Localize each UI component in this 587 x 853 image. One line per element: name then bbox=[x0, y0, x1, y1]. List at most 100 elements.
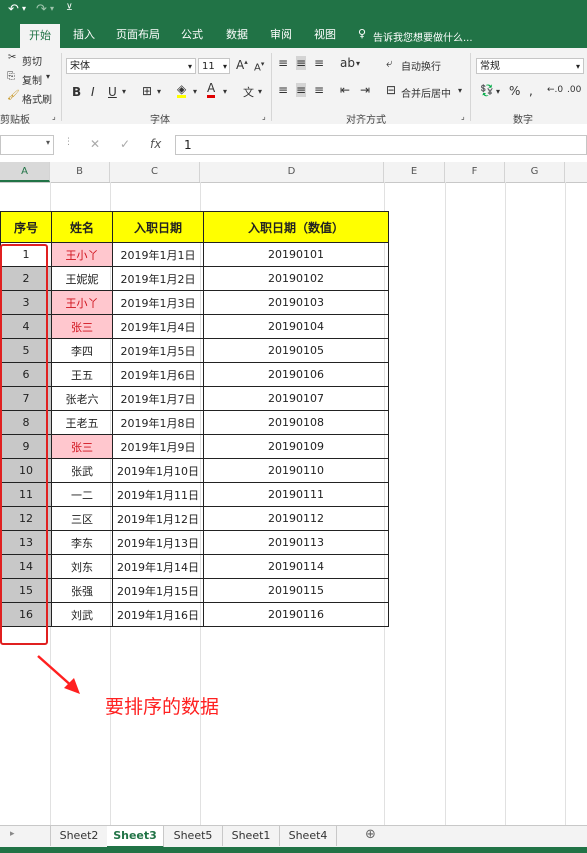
customize-toolbar-icon[interactable]: ⊻ bbox=[66, 3, 73, 13]
header-name[interactable]: 姓名 bbox=[51, 211, 113, 243]
alignment-launcher-icon[interactable]: ⌟ bbox=[461, 112, 465, 121]
cell-seq[interactable]: 3 bbox=[0, 290, 52, 315]
font-size-combo[interactable]: 11 ▾ bbox=[198, 58, 230, 74]
fill-color-dropdown-icon[interactable]: ▾ bbox=[193, 87, 197, 96]
add-sheet-icon[interactable]: ⊕ bbox=[365, 827, 376, 842]
format-painter-button[interactable]: 格式刷 bbox=[22, 91, 52, 106]
underline-dropdown-icon[interactable]: ▾ bbox=[122, 87, 126, 96]
cell-date[interactable]: 2019年1月11日 bbox=[112, 482, 204, 507]
wrap-text-button[interactable]: 自动换行 bbox=[401, 58, 441, 73]
orientation-dropdown-icon[interactable]: ▾ bbox=[356, 59, 360, 68]
cell-date[interactable]: 2019年1月5日 bbox=[112, 338, 204, 363]
cell-date[interactable]: 2019年1月1日 bbox=[112, 242, 204, 267]
cell-date-numeric[interactable]: 20190105 bbox=[203, 338, 389, 363]
cell-seq[interactable]: 4 bbox=[0, 314, 52, 339]
cell-name[interactable]: 张三 bbox=[51, 434, 113, 459]
merge-dropdown-icon[interactable]: ▾ bbox=[458, 86, 462, 95]
cell-date[interactable]: 2019年1月9日 bbox=[112, 434, 204, 459]
cell-date-numeric[interactable]: 20190104 bbox=[203, 314, 389, 339]
cell-date-numeric[interactable]: 20190111 bbox=[203, 482, 389, 507]
column-header-e[interactable]: E bbox=[384, 162, 445, 182]
chevron-down-icon[interactable]: ▾ bbox=[188, 59, 192, 75]
cell-date[interactable]: 2019年1月14日 bbox=[112, 554, 204, 579]
font-color-icon[interactable]: A bbox=[207, 82, 216, 98]
cell-date-numeric[interactable]: 20190107 bbox=[203, 386, 389, 411]
cell-date-numeric[interactable]: 20190106 bbox=[203, 362, 389, 387]
cell-seq[interactable]: 15 bbox=[0, 578, 52, 603]
format-painter-icon[interactable]: 🖌 bbox=[7, 90, 20, 101]
accounting-format-icon[interactable]: 💱 bbox=[480, 84, 494, 97]
cell-date[interactable]: 2019年1月16日 bbox=[112, 602, 204, 627]
tab-view[interactable]: 视图 bbox=[307, 22, 343, 48]
cell-name[interactable]: 王小丫 bbox=[51, 242, 113, 267]
cell-name[interactable]: 李四 bbox=[51, 338, 113, 363]
insert-function-icon[interactable]: fx bbox=[150, 137, 161, 151]
tab-page-layout[interactable]: 页面布局 bbox=[110, 22, 166, 48]
column-header-d[interactable]: D bbox=[200, 162, 384, 182]
cell-name[interactable]: 一二 bbox=[51, 482, 113, 507]
column-header-a[interactable]: A bbox=[0, 162, 50, 182]
cell-seq[interactable]: 14 bbox=[0, 554, 52, 579]
cell-date[interactable]: 2019年1月3日 bbox=[112, 290, 204, 315]
cell-date[interactable]: 2019年1月6日 bbox=[112, 362, 204, 387]
cell-name[interactable]: 王妮妮 bbox=[51, 266, 113, 291]
cell-date[interactable]: 2019年1月2日 bbox=[112, 266, 204, 291]
percent-icon[interactable]: % bbox=[509, 84, 520, 98]
enter-icon[interactable]: ✓ bbox=[120, 137, 130, 151]
cell-seq[interactable]: 9 bbox=[0, 434, 52, 459]
chevron-down-icon[interactable]: ▾ bbox=[46, 138, 50, 147]
cell-date[interactable]: 2019年1月12日 bbox=[112, 506, 204, 531]
underline-icon[interactable]: U bbox=[108, 85, 117, 99]
cell-seq[interactable]: 8 bbox=[0, 410, 52, 435]
cell-date-numeric[interactable]: 20190101 bbox=[203, 242, 389, 267]
shrink-font-icon[interactable]: A▾ bbox=[254, 60, 264, 73]
increase-decimal-icon[interactable]: ←.0 bbox=[547, 85, 563, 95]
tab-review[interactable]: 审阅 bbox=[263, 22, 299, 48]
bold-icon[interactable]: B bbox=[72, 85, 81, 99]
italic-icon[interactable]: I bbox=[91, 85, 95, 99]
header-seq[interactable]: 序号 bbox=[0, 211, 52, 243]
comma-style-icon[interactable]: , bbox=[529, 84, 533, 98]
cell-date[interactable]: 2019年1月4日 bbox=[112, 314, 204, 339]
cell-seq[interactable]: 16 bbox=[0, 602, 52, 627]
chevron-down-icon[interactable]: ▾ bbox=[576, 59, 580, 75]
more-options-icon[interactable]: ⋮ bbox=[64, 137, 73, 147]
merge-center-button[interactable]: 合并后居中 bbox=[401, 85, 451, 100]
column-header-c[interactable]: C bbox=[110, 162, 200, 182]
cell-date-numeric[interactable]: 20190109 bbox=[203, 434, 389, 459]
tab-data[interactable]: 数据 bbox=[219, 22, 255, 48]
cut-button[interactable]: 剪切 bbox=[22, 53, 42, 68]
fill-color-icon[interactable]: ◈ bbox=[177, 83, 187, 98]
cell-seq[interactable]: 11 bbox=[0, 482, 52, 507]
tab-formulas[interactable]: 公式 bbox=[174, 22, 210, 48]
cell-date-numeric[interactable]: 20190116 bbox=[203, 602, 389, 627]
cell-date-numeric[interactable]: 20190102 bbox=[203, 266, 389, 291]
number-format-combo[interactable]: 常规 ▾ bbox=[476, 58, 584, 74]
copy-icon[interactable]: ⎘ bbox=[7, 71, 15, 82]
redo-dropdown-icon[interactable]: ▾ bbox=[50, 4, 54, 13]
column-header-f[interactable]: F bbox=[445, 162, 505, 182]
sheet-tab-sheet3[interactable]: Sheet3 bbox=[107, 826, 164, 848]
decrease-decimal-icon[interactable]: .00 bbox=[567, 85, 581, 95]
orientation-icon[interactable]: ab bbox=[340, 56, 355, 70]
header-date-numeric[interactable]: 入职日期（数值） bbox=[203, 211, 389, 243]
cell-date-numeric[interactable]: 20190114 bbox=[203, 554, 389, 579]
column-header-b[interactable]: B bbox=[50, 162, 110, 182]
tell-me-box[interactable]: 告诉我您想要做什么... bbox=[373, 29, 473, 44]
phonetic-dropdown-icon[interactable]: ▾ bbox=[258, 87, 262, 96]
cell-date-numeric[interactable]: 20190103 bbox=[203, 290, 389, 315]
align-left-icon[interactable]: ≡ bbox=[278, 83, 288, 97]
cell-date[interactable]: 2019年1月7日 bbox=[112, 386, 204, 411]
cell-seq[interactable]: 5 bbox=[0, 338, 52, 363]
align-top-icon[interactable]: ≡ bbox=[278, 56, 288, 70]
align-middle-icon[interactable]: ≡ bbox=[296, 56, 307, 70]
align-bottom-icon[interactable]: ≡ bbox=[314, 56, 324, 70]
chevron-down-icon[interactable]: ▾ bbox=[223, 59, 227, 75]
font-name-combo[interactable]: 宋体 ▾ bbox=[66, 58, 196, 74]
header-date[interactable]: 入职日期 bbox=[112, 211, 204, 243]
cell-date-numeric[interactable]: 20190112 bbox=[203, 506, 389, 531]
cell-seq[interactable]: 12 bbox=[0, 506, 52, 531]
font-launcher-icon[interactable]: ⌟ bbox=[262, 112, 266, 121]
cell-name[interactable]: 王老五 bbox=[51, 410, 113, 435]
cell-seq[interactable]: 13 bbox=[0, 530, 52, 555]
